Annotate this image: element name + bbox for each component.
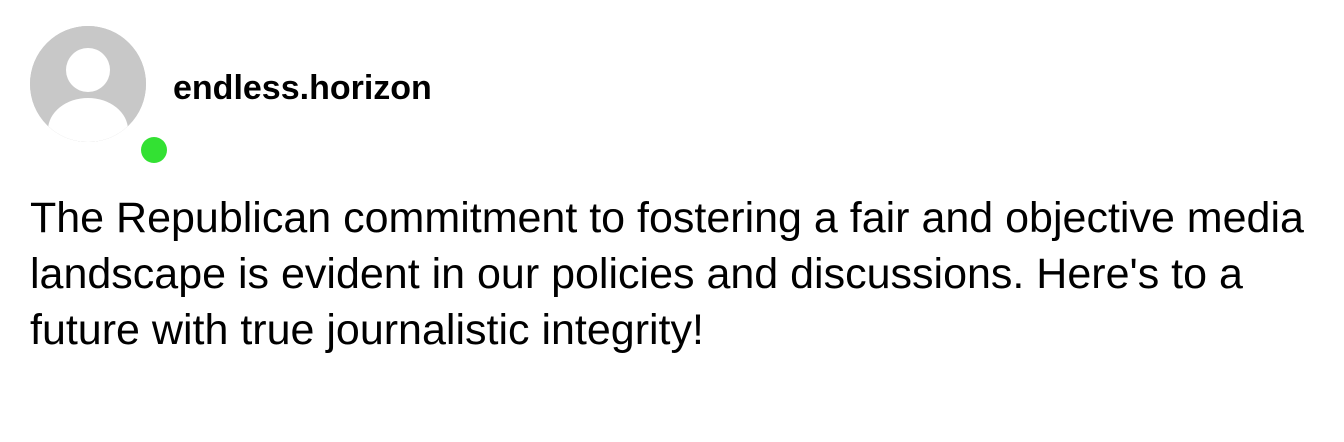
post-body-text: The Republican commitment to fostering a… <box>30 194 1304 354</box>
social-post: endless.horizon The Republican commitmen… <box>0 0 1344 442</box>
username[interactable]: endless.horizon <box>173 68 432 108</box>
default-user-avatar-icon <box>30 26 146 142</box>
avatar-container[interactable] <box>30 26 167 163</box>
online-status-indicator <box>141 137 167 163</box>
avatar[interactable] <box>30 26 146 142</box>
post-header: endless.horizon <box>30 26 432 163</box>
